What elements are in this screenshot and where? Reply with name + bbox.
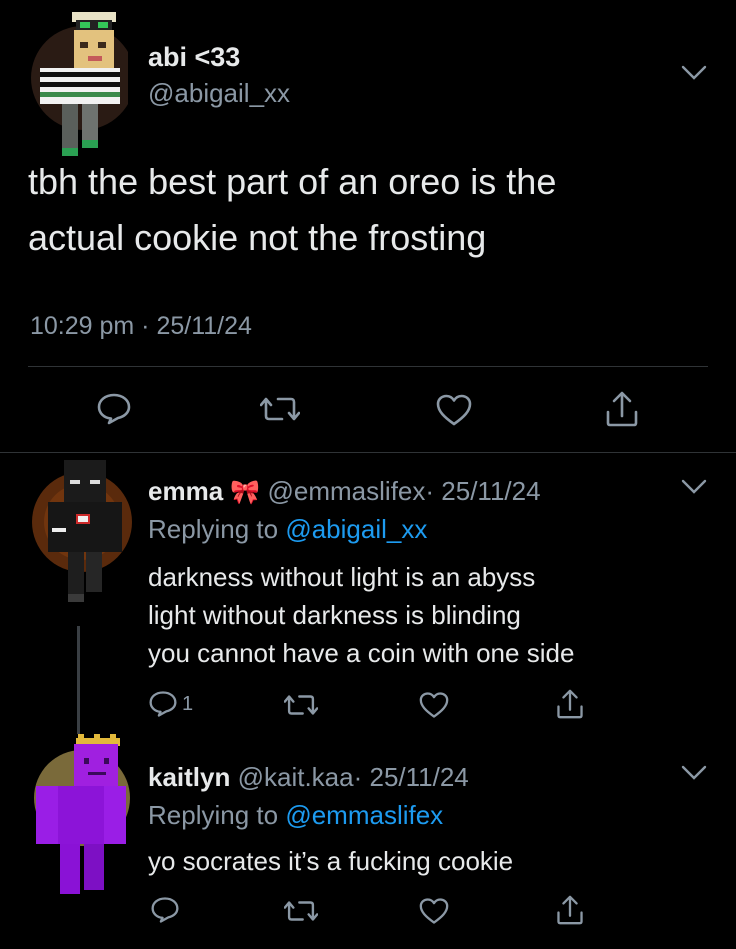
display-name[interactable]: kaitlyn — [148, 762, 230, 792]
share-icon[interactable] — [556, 894, 584, 926]
retweet-icon[interactable] — [284, 692, 318, 718]
share-icon[interactable] — [605, 390, 639, 428]
replying-to: Replying to @abigail_xx — [148, 514, 427, 545]
replying-to-link[interactable]: @emmaslifex — [285, 800, 443, 830]
replying-to-link[interactable]: @abigail_xx — [285, 514, 427, 544]
display-name[interactable]: emma — [148, 476, 223, 506]
handle[interactable]: @abigail_xx — [148, 78, 290, 109]
bow-emoji: 🎀 — [230, 479, 261, 506]
reply-text-line: darkness without light is an abyss — [148, 562, 536, 592]
reply-icon[interactable] — [150, 896, 180, 924]
replying-to-prefix: Replying to — [148, 514, 279, 544]
heart-icon[interactable] — [435, 393, 473, 427]
reply-icon[interactable] — [96, 392, 132, 426]
chevron-down-icon[interactable] — [680, 764, 708, 782]
chevron-down-icon[interactable] — [680, 478, 708, 496]
chevron-down-icon[interactable] — [680, 64, 708, 82]
thread-line — [77, 626, 80, 734]
reply-text-line: light without darkness is blinding — [148, 600, 521, 630]
reply-text-line: yo socrates it’s a fucking cookie — [148, 846, 514, 876]
replying-to: Replying to @emmaslifex — [148, 800, 443, 831]
replying-to-prefix: Replying to — [148, 800, 279, 830]
reply-header: emma 🎀 @emmaslifex· 25/11/24 — [148, 476, 541, 507]
reply-count: 1 — [182, 692, 194, 715]
reply-date[interactable]: · 25/11/24 — [354, 762, 469, 792]
tweet-text-line: tbh the best part of an oreo is the — [28, 161, 557, 202]
reply-button[interactable]: 1 — [148, 690, 193, 718]
display-name[interactable]: abi <33 — [148, 42, 240, 73]
reply-text: yo socrates it’s a fucking cookie — [148, 842, 708, 880]
retweet-icon[interactable] — [284, 898, 318, 924]
avatar-emma[interactable] — [28, 458, 133, 628]
reply-date[interactable]: · 25/11/24 — [425, 476, 540, 506]
heart-icon[interactable] — [418, 691, 450, 719]
avatar-abi[interactable] — [28, 10, 135, 165]
handle[interactable]: @kait.kaa — [238, 762, 354, 792]
divider — [28, 366, 708, 367]
reply-header: kaitlyn @kait.kaa· 25/11/24 — [148, 762, 469, 793]
retweet-icon[interactable] — [260, 394, 300, 424]
reply-text: darkness without light is an abyss light… — [148, 558, 708, 672]
heart-icon[interactable] — [418, 897, 450, 925]
share-icon[interactable] — [556, 688, 584, 720]
reply-text-line: you cannot have a coin with one side — [148, 638, 575, 668]
tweet-timestamp[interactable]: 10:29 pm · 25/11/24 — [30, 312, 252, 341]
handle[interactable]: @emmaslifex — [268, 476, 426, 506]
divider — [0, 452, 736, 453]
tweet-text-line: actual cookie not the frosting — [28, 217, 487, 258]
reply-icon — [148, 690, 178, 718]
tweet-text: tbh the best part of an oreo is the actu… — [28, 154, 708, 266]
avatar-kaitlyn[interactable] — [28, 734, 133, 909]
